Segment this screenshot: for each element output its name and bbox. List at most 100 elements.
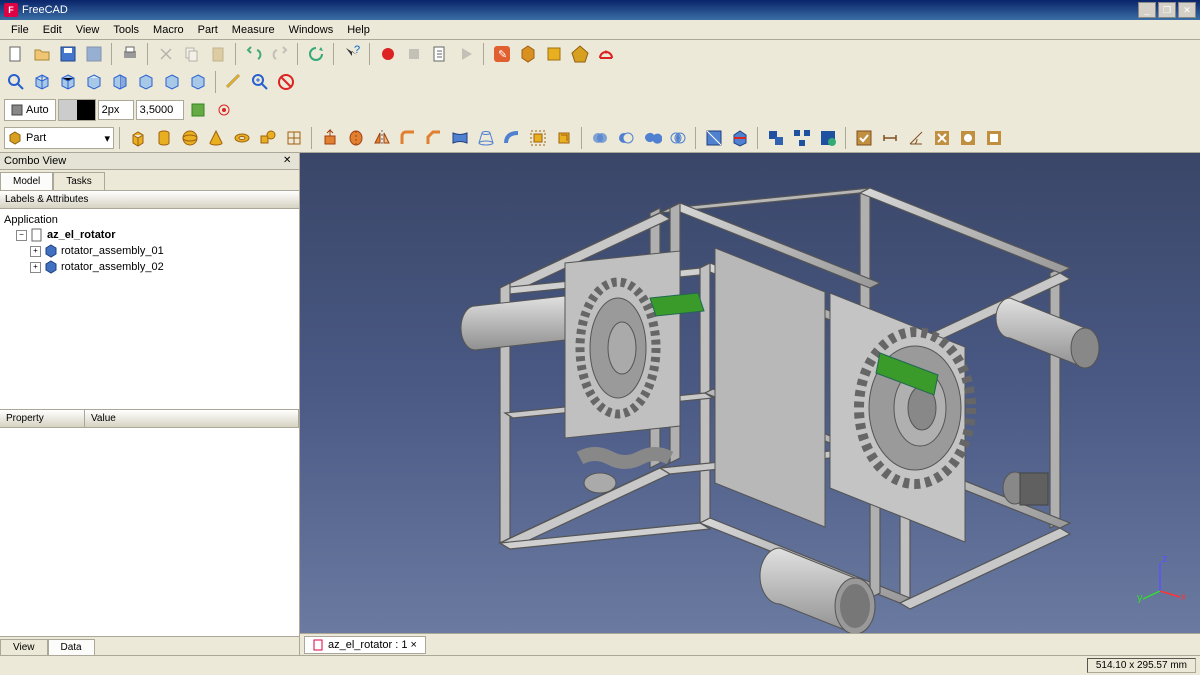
tree-expand-icon[interactable]: + [30, 262, 41, 273]
tree-root[interactable]: Application [4, 213, 295, 227]
open-icon[interactable] [30, 42, 54, 66]
view-left-icon[interactable] [186, 70, 210, 94]
cut-icon[interactable] [154, 42, 178, 66]
menu-measure[interactable]: Measure [225, 22, 282, 38]
primitives-icon[interactable] [256, 126, 280, 150]
tab-tasks[interactable]: Tasks [53, 172, 105, 190]
revolve-icon[interactable] [344, 126, 368, 150]
menu-file[interactable]: File [4, 22, 36, 38]
check-icon[interactable] [852, 126, 876, 150]
save-icon[interactable] [56, 42, 80, 66]
tree-item[interactable]: + rotator_assembly_01 [4, 243, 295, 259]
zoom-select-icon[interactable] [248, 70, 272, 94]
measure-linear-icon[interactable] [878, 126, 902, 150]
macro-play-icon[interactable] [454, 42, 478, 66]
document-tab[interactable]: az_el_rotator : 1 × [304, 636, 426, 654]
menu-help[interactable]: Help [340, 22, 377, 38]
cut-bool-icon[interactable] [614, 126, 638, 150]
tab-data[interactable]: Data [48, 639, 95, 655]
fillet-icon[interactable] [396, 126, 420, 150]
section-icon[interactable] [702, 126, 726, 150]
menu-view[interactable]: View [69, 22, 107, 38]
chamfer-icon[interactable] [422, 126, 446, 150]
measure-angular-icon[interactable] [904, 126, 928, 150]
compound-icon[interactable] [764, 126, 788, 150]
macro-record-icon[interactable] [376, 42, 400, 66]
maximize-button[interactable]: ❐ [1158, 2, 1176, 18]
ruled-icon[interactable] [448, 126, 472, 150]
measure-toggle-icon[interactable] [956, 126, 980, 150]
shapebuilder-icon[interactable] [282, 126, 306, 150]
workbench-icon-4[interactable] [568, 42, 592, 66]
fuse-icon[interactable] [640, 126, 664, 150]
workbench-icon-3[interactable] [542, 42, 566, 66]
minimize-button[interactable]: _ [1138, 2, 1156, 18]
workbench-icon-1[interactable]: ✎ [490, 42, 514, 66]
offset-icon[interactable] [526, 126, 550, 150]
measure-icon[interactable] [222, 70, 246, 94]
refresh-icon[interactable] [304, 42, 328, 66]
auto-button[interactable]: Auto [4, 99, 56, 121]
redo-icon[interactable] [268, 42, 292, 66]
draw-style-icon[interactable] [274, 70, 298, 94]
common-icon[interactable] [666, 126, 690, 150]
view-iso-icon[interactable] [30, 70, 54, 94]
compfilter-icon[interactable] [816, 126, 840, 150]
cylinder-icon[interactable] [152, 126, 176, 150]
tab-close-icon[interactable]: × [411, 639, 417, 651]
view-right-icon[interactable] [108, 70, 132, 94]
value-col-header[interactable]: Value [85, 410, 299, 427]
boolean-icon[interactable] [588, 126, 612, 150]
tree-item[interactable]: − az_el_rotator [4, 227, 295, 243]
tree-expand-icon[interactable]: + [30, 246, 41, 257]
box-icon[interactable] [126, 126, 150, 150]
cross-icon[interactable] [728, 126, 752, 150]
measure-clear-icon[interactable] [930, 126, 954, 150]
copy-icon[interactable] [180, 42, 204, 66]
close-button[interactable]: ✕ [1178, 2, 1196, 18]
viewport-3d[interactable]: x y z [300, 153, 1200, 633]
tree-view[interactable]: Application − az_el_rotator + rotator_as… [0, 209, 299, 409]
tab-view[interactable]: View [0, 639, 48, 655]
construction-icon[interactable] [186, 98, 210, 122]
undo-icon[interactable] [242, 42, 266, 66]
color-swatch-2[interactable] [77, 100, 95, 120]
macro-edit-icon[interactable] [428, 42, 452, 66]
extrude-icon[interactable] [318, 126, 342, 150]
view-bottom-icon[interactable] [160, 70, 184, 94]
menu-edit[interactable]: Edit [36, 22, 69, 38]
tree-item[interactable]: + rotator_assembly_02 [4, 259, 295, 275]
view-top-icon[interactable] [82, 70, 106, 94]
workbench-selector[interactable]: Part ▾ [4, 127, 114, 149]
macro-stop-icon[interactable] [402, 42, 426, 66]
tree-collapse-icon[interactable]: − [16, 230, 27, 241]
menu-macro[interactable]: Macro [146, 22, 191, 38]
torus-icon[interactable] [230, 126, 254, 150]
mirror-icon[interactable] [370, 126, 394, 150]
thickness-icon[interactable] [552, 126, 576, 150]
print-icon[interactable] [118, 42, 142, 66]
zoom-fit-icon[interactable] [4, 70, 28, 94]
tab-model[interactable]: Model [0, 172, 53, 190]
snap-icon[interactable] [212, 98, 236, 122]
sweep-icon[interactable] [500, 126, 524, 150]
menu-windows[interactable]: Windows [282, 22, 341, 38]
menu-part[interactable]: Part [191, 22, 225, 38]
saveas-icon[interactable] [82, 42, 106, 66]
explode-icon[interactable] [790, 126, 814, 150]
menu-tools[interactable]: Tools [106, 22, 146, 38]
measure-all-icon[interactable] [982, 126, 1006, 150]
view-rear-icon[interactable] [134, 70, 158, 94]
color-swatch-1[interactable] [59, 100, 77, 120]
whatsthis-icon[interactable]: ? [340, 42, 364, 66]
workbench-icon-2[interactable] [516, 42, 540, 66]
new-icon[interactable] [4, 42, 28, 66]
line-width-input[interactable] [98, 100, 134, 120]
view-front-icon[interactable] [56, 70, 80, 94]
workbench-icon-5[interactable] [594, 42, 618, 66]
cone-icon[interactable] [204, 126, 228, 150]
combo-close-icon[interactable]: ✕ [283, 155, 295, 167]
property-col-header[interactable]: Property [0, 410, 85, 427]
paste-icon[interactable] [206, 42, 230, 66]
loft-icon[interactable] [474, 126, 498, 150]
